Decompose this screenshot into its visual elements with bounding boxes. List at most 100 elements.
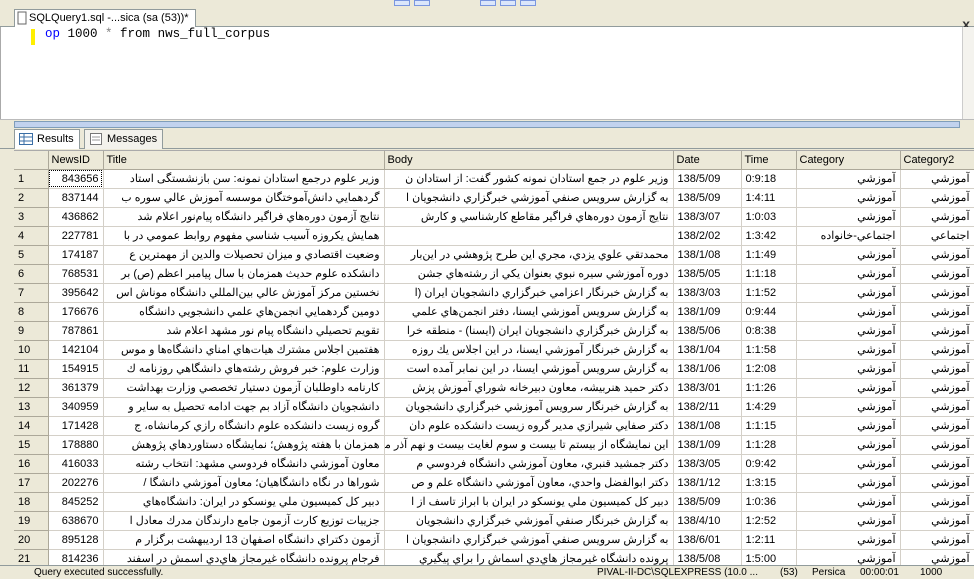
tab-sqlquery1[interactable]: SQLQuery1.sql -...sica (sa (53))* <box>14 9 196 28</box>
cell-category2[interactable]: آموزشي <box>900 511 974 531</box>
cell-time[interactable]: 1:1:28 <box>741 435 797 455</box>
toolbar-button[interactable] <box>414 0 430 6</box>
row-number[interactable]: 14 <box>14 416 49 436</box>
cell-title[interactable]: دانشكده علوم حديث همزمان با سال پيامبر ا… <box>103 264 385 284</box>
row-number[interactable]: 16 <box>14 454 49 474</box>
cell-time[interactable]: 1:1:18 <box>741 264 797 284</box>
cell-body[interactable]: به گزارش سرويس صنفي آموزشي خبرگزاري دانش… <box>384 188 674 208</box>
cell-body[interactable]: محمدتقي علوي يزدي، مجري اين طرح پژوهشي د… <box>384 245 674 265</box>
cell-category[interactable]: آموزشي <box>796 473 901 493</box>
cell-body[interactable]: به گزارش خبرنگار اعزامي خبرگزاري دانشجوي… <box>384 283 674 303</box>
cell-newsid[interactable]: 340959 <box>48 397 104 417</box>
cell-newsid[interactable]: 638670 <box>48 511 104 531</box>
cell-date[interactable]: 138/2/11 <box>673 397 742 417</box>
cell-newsid[interactable]: 814236 <box>48 549 104 565</box>
cell-title[interactable]: همايش يكروزه آسيب شناسي مفهوم روابط عموم… <box>103 226 385 246</box>
cell-newsid[interactable]: 174187 <box>48 245 104 265</box>
cell-body[interactable]: به گزارش خبرنگار آموزشي ايسنا، در اين اج… <box>384 340 674 360</box>
editor-vertical-scrollbar[interactable] <box>962 27 974 119</box>
cell-time[interactable]: 1:1:52 <box>741 283 797 303</box>
cell-category[interactable]: آموزشي <box>796 169 901 189</box>
cell-newsid[interactable]: 837144 <box>48 188 104 208</box>
cell-date[interactable]: 138/6/01 <box>673 530 742 550</box>
table-row[interactable]: 14 171428 گروه زيست دانشكده علوم دانشگاه ر… <box>14 416 974 436</box>
cell-category[interactable]: آموزشي <box>796 416 901 436</box>
cell-body[interactable]: به گزارش سرويس آموزشي ايسنا، در اين نماب… <box>384 359 674 379</box>
cell-category2[interactable]: آموزشي <box>900 492 974 512</box>
table-row[interactable]: 12 361379 كارنامه داوطلبان آزمون دستيار تخ… <box>14 378 974 398</box>
cell-body[interactable]: اين نمايشگاه از بيستم تا بيست و سوم لغاي… <box>384 435 674 455</box>
cell-category[interactable]: آموزشي <box>796 302 901 322</box>
cell-category2[interactable]: آموزشي <box>900 378 974 398</box>
row-number[interactable]: 19 <box>14 511 49 531</box>
row-number[interactable]: 2 <box>14 188 49 208</box>
toolbar-button[interactable] <box>480 0 496 6</box>
cell-body[interactable]: به گزارش سرويس صنفي آموزشي خبرگزاري دانش… <box>384 530 674 550</box>
cell-time[interactable]: 1:1:26 <box>741 378 797 398</box>
cell-date[interactable]: 138/1/09 <box>673 302 742 322</box>
cell-newsid[interactable]: 845252 <box>48 492 104 512</box>
cell-newsid[interactable]: 154915 <box>48 359 104 379</box>
row-number[interactable]: 21 <box>14 549 49 565</box>
row-number[interactable]: 9 <box>14 321 49 341</box>
cell-date[interactable]: 138/1/06 <box>673 359 742 379</box>
table-row[interactable]: 11 154915 وزارت علوم: خبر فروش رشته‌هاي دا… <box>14 359 974 379</box>
cell-title[interactable]: نتايج آزمون دوره‌هاي فراگير دانشگاه پيام… <box>103 207 385 227</box>
cell-time[interactable]: 1:4:11 <box>741 188 797 208</box>
cell-title[interactable]: گردهمايي دانش‌آموختگان موسسه آموزش عالي … <box>103 188 385 208</box>
cell-category[interactable]: آموزشي <box>796 264 901 284</box>
table-row[interactable]: 16 416033 معاون آموزشي دانشگاه فردوسي مشهد… <box>14 454 974 474</box>
cell-body[interactable]: پرونده دانشگاه غيرمجاز هاي‌دي اسماش را ب… <box>384 549 674 565</box>
cell-body[interactable]: دكتر ابوالفضل واحدي، معاون آموزشي دانشگا… <box>384 473 674 493</box>
cell-category[interactable]: آموزشي <box>796 359 901 379</box>
cell-title[interactable]: تقويم تحصيلي دانشگاه پيام نور مشهد اعلام… <box>103 321 385 341</box>
cell-category[interactable]: آموزشي <box>796 492 901 512</box>
cell-category2[interactable]: آموزشي <box>900 530 974 550</box>
cell-category2[interactable]: آموزشي <box>900 435 974 455</box>
cell-body[interactable]: دكتر حميد هنربيشه، معاون دبيرخانه شوراي … <box>384 378 674 398</box>
cell-title[interactable]: گروه زيست دانشكده علوم دانشگاه رازي كرما… <box>103 416 385 436</box>
row-number[interactable]: 12 <box>14 378 49 398</box>
column-header[interactable]: Title <box>103 151 385 170</box>
row-number[interactable]: 17 <box>14 473 49 493</box>
cell-time[interactable]: 1:3:15 <box>741 473 797 493</box>
table-row[interactable]: 15 178880 همزمان با هفته پژوهش؛ نمايشگاه د… <box>14 435 974 455</box>
row-number[interactable]: 7 <box>14 283 49 303</box>
cell-date[interactable]: 138/3/01 <box>673 378 742 398</box>
row-number[interactable]: 8 <box>14 302 49 322</box>
cell-date[interactable]: 138/5/08 <box>673 549 742 565</box>
cell-time[interactable]: 0:8:38 <box>741 321 797 341</box>
row-number[interactable]: 6 <box>14 264 49 284</box>
cell-category[interactable]: آموزشي <box>796 207 901 227</box>
cell-date[interactable]: 138/5/09 <box>673 188 742 208</box>
cell-title[interactable]: شوراها در نگاه دانشگاهيان؛ معاون آموزشي … <box>103 473 385 493</box>
column-header[interactable]: Body <box>384 151 674 170</box>
row-number[interactable]: 10 <box>14 340 49 360</box>
cell-date[interactable]: 138/1/08 <box>673 245 742 265</box>
table-row[interactable]: 20 895128 آزمون دكتراي دانشگاه اصفهان 13 ا… <box>14 530 974 550</box>
row-number[interactable]: 15 <box>14 435 49 455</box>
cell-category2[interactable]: آموزشي <box>900 188 974 208</box>
tab-results[interactable]: Results <box>14 129 80 149</box>
cell-newsid[interactable]: 787861 <box>48 321 104 341</box>
table-row[interactable]: 10 142104 هفتمين اجلاس مشترك هيات‌هاي امنا… <box>14 340 974 360</box>
toolbar-button[interactable] <box>394 0 410 6</box>
cell-time[interactable]: 1:0:03 <box>741 207 797 227</box>
row-number[interactable]: 3 <box>14 207 49 227</box>
toolbar-button[interactable] <box>520 0 536 6</box>
cell-category[interactable]: آموزشي <box>796 549 901 565</box>
table-row[interactable]: 3 436862 نتايج آزمون دوره‌هاي فراگير دانشگ… <box>14 207 974 227</box>
cell-newsid[interactable]: 171428 <box>48 416 104 436</box>
table-row[interactable]: 13 340959 دانشجويان دانشگاه آزاد بم جهت اد… <box>14 397 974 417</box>
cell-date[interactable]: 138/5/09 <box>673 492 742 512</box>
cell-time[interactable]: 1:5:00 <box>741 549 797 565</box>
cell-newsid[interactable]: 416033 <box>48 454 104 474</box>
cell-time[interactable]: 1:1:15 <box>741 416 797 436</box>
cell-category2[interactable]: آموزشي <box>900 302 974 322</box>
cell-category[interactable]: آموزشي <box>796 530 901 550</box>
cell-category2[interactable]: آموزشي <box>900 454 974 474</box>
cell-title[interactable]: فرجام پرونده دانشگاه غيرمجاز هاي‌دي اسمش… <box>103 549 385 565</box>
column-header[interactable]: NewsID <box>48 151 104 170</box>
cell-date[interactable]: 138/5/06 <box>673 321 742 341</box>
cell-title[interactable]: همزمان با هفته پژوهش؛ نمايشگاه دستاوردها… <box>103 435 385 455</box>
